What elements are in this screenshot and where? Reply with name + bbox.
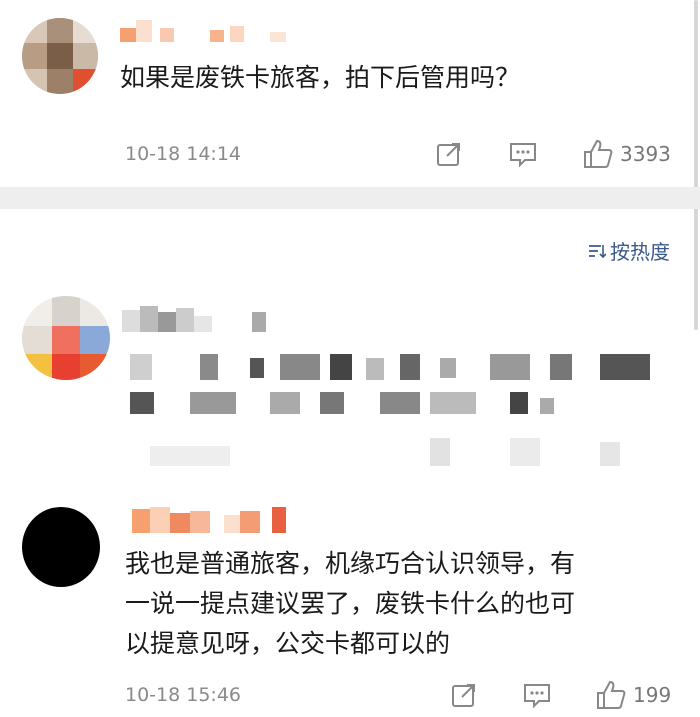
comment-text-line-3: 以提意见呀，公交卡都可以的	[125, 629, 451, 658]
comment-button[interactable]	[508, 140, 538, 168]
comment-text-redacted	[130, 348, 670, 478]
share-icon	[437, 143, 460, 166]
like-count: 3393	[620, 142, 671, 166]
avatar[interactable]	[22, 18, 98, 94]
username-redacted[interactable]	[120, 20, 290, 46]
comment-button[interactable]	[522, 681, 552, 709]
section-divider	[0, 187, 700, 209]
username-redacted[interactable]	[132, 507, 292, 535]
like-icon	[584, 139, 613, 168]
like-icon	[597, 680, 626, 709]
comment-icon	[510, 143, 536, 168]
sort-toggle[interactable]: 按热度	[588, 236, 670, 265]
sort-icon	[589, 244, 606, 258]
share-button[interactable]	[435, 140, 463, 168]
comment-text: 如果是废铁卡旅客，拍下后管用吗？	[120, 63, 521, 92]
comment-text-line-1: 我也是普通旅客，机缘巧合认识领导，有	[125, 549, 576, 578]
like-count: 199	[633, 683, 672, 707]
comment-time: 10-18 15:46	[125, 684, 242, 706]
share-icon	[452, 684, 475, 707]
comment-text-line-2: 一说一提点建议罢了，废铁卡什么的也可	[125, 589, 576, 618]
like-button[interactable]: 199	[595, 679, 671, 711]
scrollbar[interactable]	[694, 0, 698, 330]
comment-time: 10-18 14:14	[125, 143, 242, 165]
avatar[interactable]	[22, 296, 110, 380]
share-button[interactable]	[450, 681, 478, 709]
comment-icon	[524, 684, 550, 709]
username-redacted[interactable]	[122, 306, 282, 336]
like-button[interactable]: 3393	[582, 138, 671, 170]
avatar[interactable]	[22, 507, 100, 587]
sort-label: 按热度	[610, 240, 670, 264]
